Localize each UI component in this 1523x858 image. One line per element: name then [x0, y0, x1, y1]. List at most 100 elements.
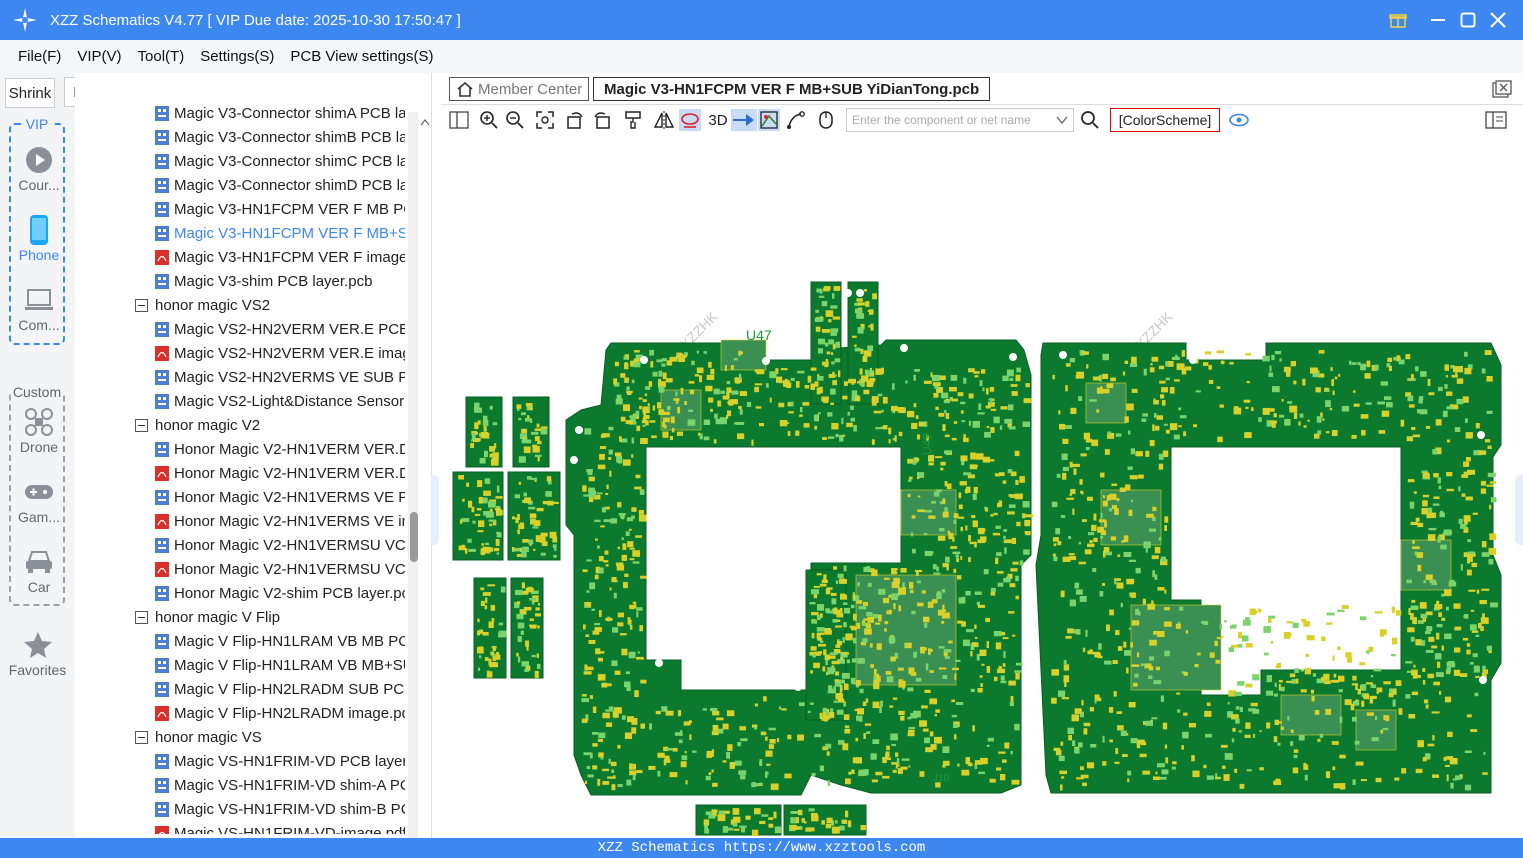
pad: [730, 365, 734, 370]
collapse-icon[interactable]: [135, 418, 148, 432]
flip-icon[interactable]: [653, 109, 675, 131]
tree-file-item[interactable]: Magic V3-HN1FCPM VER F MB+SUB YiDianTong…: [155, 221, 405, 245]
layer-view-icon[interactable]: [758, 109, 780, 131]
scroll-up-icon[interactable]: [420, 113, 430, 131]
gift-icon[interactable]: [1383, 0, 1413, 40]
tree-file-item[interactable]: Magic V Flip-HN1LRAM VB MB PCB.pcb: [155, 629, 405, 653]
pad: [495, 539, 500, 546]
collapse-icon[interactable]: [135, 298, 148, 312]
tree-file-item[interactable]: Magic VS2-HN2VERM VER.E PCB layer.pcb: [155, 317, 405, 341]
collapse-icon[interactable]: [135, 610, 148, 624]
pad: [1159, 776, 1167, 780]
tree-file-item[interactable]: Magic V3-HN1FCPM VER F image.pdf: [155, 245, 405, 269]
split-view-icon[interactable]: [448, 109, 470, 131]
rail-item-phone[interactable]: Phone: [11, 213, 67, 263]
close-tabs-icon[interactable]: [1492, 80, 1512, 103]
pad: [1286, 371, 1291, 377]
pad: [738, 406, 742, 410]
pad: [769, 739, 776, 744]
component-search-input[interactable]: Enter the component or net name: [846, 108, 1074, 132]
rail-item-computer[interactable]: Com...: [11, 283, 67, 333]
mouse-icon[interactable]: [815, 109, 837, 131]
pin-icon[interactable]: [731, 109, 757, 131]
pad: [540, 532, 548, 537]
tree-file-item[interactable]: Magic VS2-HN2VERM VER.E image.pdf: [155, 341, 405, 365]
tree-file-item[interactable]: Magic V3-Connector shimB PCB layer.pcb: [155, 125, 405, 149]
rail-item-label: Cour...: [18, 177, 60, 193]
rail-item-drone[interactable]: Drone: [11, 405, 67, 455]
menu-vip[interactable]: VIP(V): [77, 48, 121, 65]
pcb-drawing[interactable]: @XZZHK @XZZHK U47 U49 J10: [441, 135, 1523, 838]
collapse-left-handle[interactable]: [431, 475, 439, 545]
side-panel-icon[interactable]: [1485, 109, 1507, 131]
zoom-out-icon[interactable]: [504, 109, 526, 131]
tree-file-item[interactable]: Honor Magic V2-HN1VERM VER.D image.pdf: [155, 461, 405, 485]
collapse-right-handle[interactable]: [1515, 475, 1523, 545]
maximize-button[interactable]: [1453, 0, 1483, 40]
tree-file-item[interactable]: Magic VS2-HN2VERMS VE SUB PCB layer.pcb: [155, 365, 405, 389]
pad: [518, 418, 522, 421]
pad: [1446, 439, 1451, 443]
menu-settings[interactable]: Settings(S): [200, 48, 274, 65]
mount-hole: [570, 456, 578, 464]
tree-group[interactable]: honor magic V2: [135, 413, 405, 437]
pad: [622, 459, 631, 466]
rotate-left-icon[interactable]: [564, 109, 586, 131]
tree-file-item[interactable]: Magic VS-HN1FRIM-VD PCB layer.pcb: [155, 749, 405, 773]
rail-item-car[interactable]: Car: [11, 545, 67, 595]
menu-tool[interactable]: Tool(T): [138, 48, 185, 65]
tree-file-item[interactable]: Magic V3-shim PCB layer.pcb: [155, 269, 405, 293]
pad: [532, 526, 539, 529]
fit-view-icon[interactable]: [534, 109, 556, 131]
tree-file-item[interactable]: Magic VS-HN1FRIM-VD-image.pdf: [155, 821, 405, 834]
tree-file-item[interactable]: Magic V3-HN1FCPM VER F MB PCB layer.pcb: [155, 197, 405, 221]
pad: [1467, 539, 1471, 543]
rail-item-favorites[interactable]: Favorites: [0, 628, 75, 678]
tree-scrollbar-thumb[interactable]: [410, 512, 418, 562]
pcb-canvas[interactable]: @XZZHK @XZZHK U47 U49 J10: [431, 135, 1523, 838]
tree-group[interactable]: honor magic VS: [135, 725, 405, 749]
zoom-in-icon[interactable]: [478, 109, 500, 131]
trace-icon[interactable]: [785, 109, 807, 131]
pad: [944, 434, 950, 438]
collapse-icon[interactable]: [135, 730, 148, 744]
tree-file-item[interactable]: Magic V Flip-HN2LRADM image.pdf: [155, 701, 405, 725]
chevron-down-icon[interactable]: [1055, 113, 1069, 130]
menu-pcb-view-settings[interactable]: PCB View settings(S): [290, 48, 433, 65]
component-search-icon[interactable]: [1079, 109, 1101, 131]
rail-item-course[interactable]: Cour...: [11, 143, 67, 193]
color-scheme-button[interactable]: [ColorScheme]: [1110, 108, 1220, 132]
tree-file-item[interactable]: Magic VS-HN1FRIM-VD shim-B PCB.pcb: [155, 797, 405, 821]
tree-file-item[interactable]: Magic V3-Connector shimA PCB layer.pcb: [155, 101, 405, 125]
tree-group[interactable]: honor magic VS2: [135, 293, 405, 317]
shrink-button[interactable]: Shrink: [5, 78, 55, 108]
format-painter-icon[interactable]: [622, 109, 644, 131]
tree-file-item[interactable]: Honor Magic V2-HN1VERM VER.D PCB.pcb: [155, 437, 405, 461]
menu-file[interactable]: File(F): [18, 48, 61, 65]
rail-item-game[interactable]: Gam...: [11, 475, 67, 525]
eye-icon[interactable]: [1227, 109, 1251, 131]
tree-scrollbar[interactable]: [408, 112, 418, 838]
pad: [885, 753, 888, 759]
tree-group[interactable]: honor magic V Flip: [135, 605, 405, 629]
tree-file-item[interactable]: Honor Magic V2-HN1VERMSU VC image.pdf: [155, 557, 405, 581]
rotate-right-icon[interactable]: [591, 109, 613, 131]
tree-file-item[interactable]: Magic VS2-Light&Distance Sensor PCB.pcb: [155, 389, 405, 413]
view-3d-button[interactable]: 3D: [705, 109, 731, 131]
close-button[interactable]: [1483, 0, 1513, 40]
tab-active-file[interactable]: Magic V3-HN1FCPM VER F MB+SUB YiDianTong…: [593, 77, 991, 101]
tree-file-item[interactable]: Magic V Flip-HN1LRAM VB MB+SUB.pcb: [155, 653, 405, 677]
tab-member-center[interactable]: Member Center: [449, 77, 590, 101]
tree-file-item[interactable]: Honor Magic V2-shim PCB layer.pcb: [155, 581, 405, 605]
tree-file-item[interactable]: Honor Magic V2-HN1VERMSU VC PCB.pcb: [155, 533, 405, 557]
tree-file-item[interactable]: Honor Magic V2-HN1VERMS VE image.pdf: [155, 509, 405, 533]
pad: [1191, 755, 1195, 762]
tree-file-item[interactable]: Magic V Flip-HN2LRADM SUB PCB.pcb: [155, 677, 405, 701]
minimize-button[interactable]: [1423, 0, 1453, 40]
pad: [831, 361, 835, 365]
tree-file-item[interactable]: Magic V3-Connector shimC PCB layer.pcb: [155, 149, 405, 173]
net-highlight-icon[interactable]: [679, 109, 701, 131]
tree-file-item[interactable]: Magic V3-Connector shimD PCB layer.pcb: [155, 173, 405, 197]
tree-file-item[interactable]: Honor Magic V2-HN1VERMS VE PCB.pcb: [155, 485, 405, 509]
tree-file-item[interactable]: Magic VS-HN1FRIM-VD shim-A PCB.pcb: [155, 773, 405, 797]
